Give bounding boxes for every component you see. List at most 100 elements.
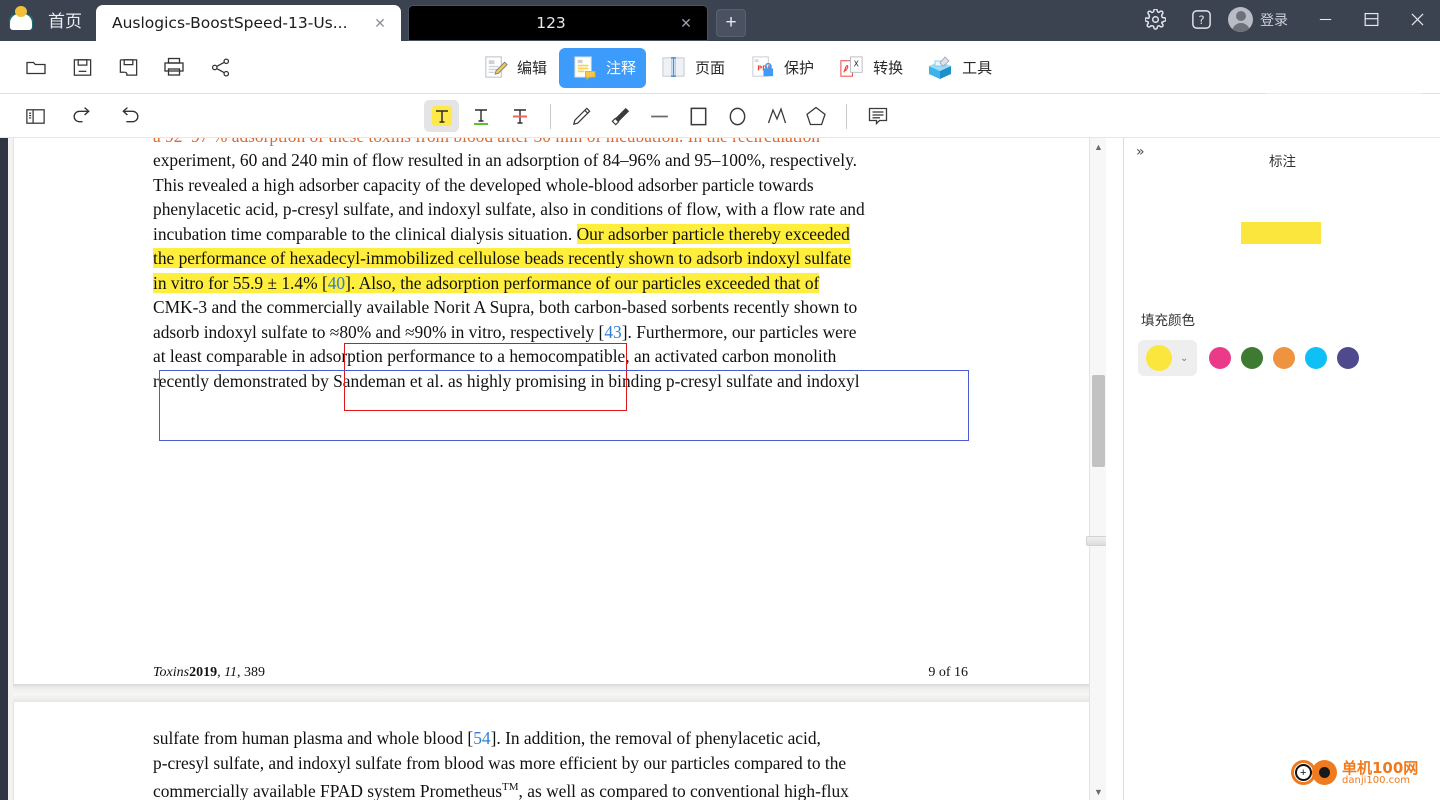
doc-line: sulfate from human plasma and whole bloo… <box>153 728 821 748</box>
scrollbar-thumb[interactable] <box>1092 375 1105 467</box>
polygon-tool[interactable] <box>798 100 833 132</box>
rectangle-tool[interactable] <box>681 100 716 132</box>
scroll-up-icon[interactable]: ▲ <box>1090 138 1106 155</box>
line-tool[interactable] <box>642 100 677 132</box>
panel-title: 标注 <box>1269 154 1296 170</box>
tab-annotate-label: 注释 <box>606 59 637 77</box>
page-number-label: 9 of 16 <box>928 665 968 680</box>
svg-text:?: ? <box>1198 13 1204 27</box>
watermark: + 单机100网 danji100.com <box>1290 758 1418 788</box>
watermark-logo-icon: + <box>1290 758 1338 788</box>
doc-line: This revealed a high adsorber capacity o… <box>153 174 814 195</box>
fill-color-label: 填充颜色 <box>1141 313 1195 329</box>
toolbar-separator <box>550 103 551 129</box>
svg-text:X: X <box>853 60 859 69</box>
tab-edit-label: 编辑 <box>517 59 548 77</box>
doc-line: adsorb indoxyl sulfate to ≈80% and ≈90% … <box>153 321 857 342</box>
page-separator <box>13 684 1106 703</box>
save-icon[interactable] <box>64 49 100 85</box>
color-picker-row: ⌄ <box>1138 340 1360 376</box>
journal-volume: , 11 <box>217 665 238 680</box>
tab-page-label: 页面 <box>695 59 726 77</box>
highlight-text-tool[interactable] <box>424 100 459 132</box>
tab-protect[interactable]: PDF 保护 <box>737 48 824 88</box>
close-button[interactable] <box>1394 0 1440 40</box>
doc-line-highlighted[interactable]: incubation time comparable to the clinic… <box>153 222 968 247</box>
app-logo-icon <box>0 0 42 41</box>
scroll-down-icon[interactable]: ▼ <box>1090 783 1106 800</box>
gear-icon[interactable] <box>1132 0 1178 39</box>
current-color-dropdown[interactable]: ⌄ <box>1138 340 1198 376</box>
ribbon-tabs: 编辑 注释 页面 PDF 保护 X 转换 工具 <box>470 41 1002 94</box>
toolbar-separator <box>846 103 847 129</box>
document-viewer[interactable]: a 92–97 % adsorption of these toxins fro… <box>8 138 1106 800</box>
color-swatch[interactable] <box>1305 347 1328 369</box>
page-layout-icon <box>658 53 688 83</box>
color-swatch[interactable] <box>1337 347 1360 369</box>
journal-year: 2019 <box>189 665 218 680</box>
undo-icon[interactable] <box>112 100 147 132</box>
watermark-en-text: danji100.com <box>1342 774 1410 786</box>
tab-protect-label: 保护 <box>784 59 815 77</box>
doc-line-cut: a 92–97 % adsorption of these toxins fro… <box>153 138 968 148</box>
strikethrough-text-tool[interactable] <box>502 100 537 132</box>
login-button[interactable]: 登录 <box>1224 7 1302 32</box>
tab-annotate[interactable]: 注释 <box>559 47 647 88</box>
document-tab-123[interactable]: 123 ✕ <box>408 5 708 41</box>
toolbox-icon <box>925 53 955 83</box>
current-color-dot <box>1146 345 1172 371</box>
vertical-scrollbar[interactable]: ▲ ▼ <box>1086 138 1106 800</box>
print-icon[interactable] <box>156 49 192 85</box>
doc-line: CMK-3 and the commercially available Nor… <box>153 297 858 317</box>
tab-convert[interactable]: X 转换 <box>826 48 913 88</box>
page1-text-block: a 92–97 % adsorption of these toxins fro… <box>153 138 968 393</box>
doc-line: at least comparable in adsorption perfor… <box>153 346 837 366</box>
left-edge-strip <box>0 138 8 800</box>
pdf-protect-icon: PDF <box>747 53 777 83</box>
ellipse-tool[interactable] <box>720 100 755 132</box>
journal-issue: , 389 <box>237 665 266 680</box>
open-folder-icon[interactable] <box>18 49 54 85</box>
doc-line: p-cresyl sulfate, and indoxyl sulfate fr… <box>153 752 847 773</box>
highlight-mark[interactable]: in vitro for 55.9 ± 1.4% [40]. Also, the… <box>153 272 820 293</box>
eraser-tool[interactable] <box>603 100 638 132</box>
title-bar-left: 首页 Auslogics-BoostSpeed-13-Us... ✕ 123 ✕… <box>0 0 746 41</box>
chevron-down-icon[interactable]: ⌄ <box>1180 353 1188 364</box>
sticky-note-tool[interactable] <box>860 100 895 132</box>
citation-link[interactable]: 54 <box>473 728 490 748</box>
polyline-tool[interactable] <box>759 100 794 132</box>
redo-icon[interactable] <box>65 100 100 132</box>
annotation-toolbar <box>0 94 1440 138</box>
restore-button[interactable] <box>1348 0 1394 40</box>
highlight-mark[interactable]: the performance of hexadecyl-immobilized… <box>153 248 851 268</box>
document-tab-active[interactable]: Auslogics-BoostSpeed-13-Us... ✕ <box>96 5 401 41</box>
doc-line: phenylacetic acid, p-cresyl sulfate, and… <box>153 199 865 219</box>
scrollbar-split-handle[interactable] <box>1086 536 1106 546</box>
tab-page[interactable]: 页面 <box>648 48 735 88</box>
close-icon[interactable]: ✕ <box>677 14 695 32</box>
color-swatch[interactable] <box>1209 347 1232 369</box>
citation-link[interactable]: 43 <box>604 322 621 342</box>
pencil-tool[interactable] <box>564 100 599 132</box>
underline-text-tool[interactable] <box>463 100 498 132</box>
close-icon[interactable]: ✕ <box>371 14 389 32</box>
help-icon[interactable]: ? <box>1178 0 1224 39</box>
highlight-mark[interactable]: Our adsorber particle thereby exceeded <box>576 223 850 244</box>
title-bar-right: ? 登录 <box>1132 0 1440 41</box>
home-button[interactable]: 首页 <box>42 7 96 41</box>
tab-convert-label: 转换 <box>873 59 904 77</box>
share-icon[interactable] <box>202 49 238 85</box>
save-as-icon[interactable] <box>110 49 146 85</box>
document-tab-title: Auslogics-BoostSpeed-13-Us... <box>112 14 348 32</box>
tab-tools[interactable]: 工具 <box>915 48 1002 88</box>
new-tab-button[interactable]: + <box>716 9 746 37</box>
doc-line-highlighted[interactable]: in vitro for 55.9 ± 1.4% [40]. Also, the… <box>153 271 968 296</box>
tab-edit[interactable]: 编辑 <box>470 48 557 88</box>
sidebar-toggle-icon[interactable] <box>18 100 53 132</box>
doc-line-highlighted[interactable]: the performance of hexadecyl-immobilized… <box>153 246 968 271</box>
color-swatch[interactable] <box>1241 347 1264 369</box>
document-tab-title: 123 <box>536 14 566 32</box>
color-swatch[interactable] <box>1273 347 1296 369</box>
minimize-button[interactable] <box>1302 0 1348 40</box>
doc-text: incubation time comparable to the clinic… <box>153 223 577 244</box>
